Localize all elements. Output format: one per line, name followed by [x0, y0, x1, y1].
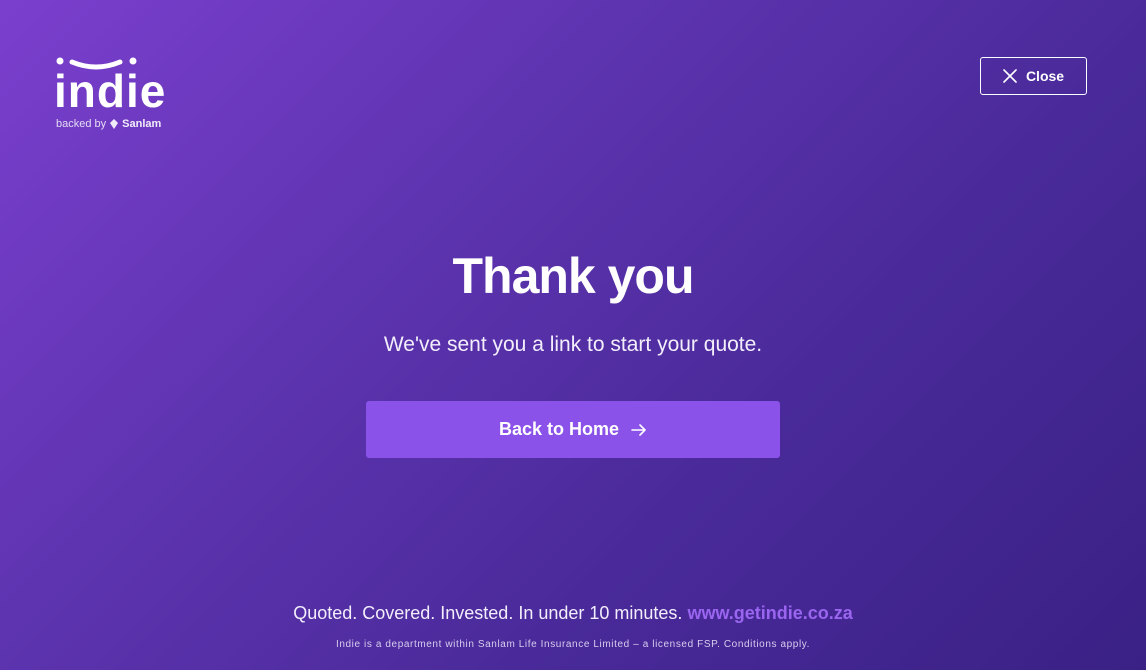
indie-logo[interactable]: indie backed by Sanlam: [54, 54, 168, 134]
close-button-label: Close: [1025, 68, 1065, 84]
close-icon: [1003, 69, 1017, 83]
back-to-home-button[interactable]: Back to Home: [366, 401, 780, 458]
partner-name: Sanlam: [122, 118, 162, 130]
logo-backed-by: backed by Sanlam: [56, 118, 161, 130]
backed-by-text: backed by: [56, 118, 107, 130]
logo-wordmark: indie: [54, 65, 167, 117]
tagline-text: Quoted. Covered. Invested. In under 10 m…: [293, 603, 683, 623]
back-to-home-label: Back to Home: [498, 419, 620, 439]
close-button[interactable]: Close: [980, 57, 1087, 95]
footer-tagline: Quoted. Covered. Invested. In under 10 m…: [0, 601, 1146, 625]
website-link[interactable]: www.getindie.co.za: [687, 603, 852, 623]
footer-disclaimer: Indie is a department within Sanlam Life…: [335, 639, 811, 650]
arrow-right-icon: [631, 423, 646, 436]
page-subtitle: We've sent you a link to start your quot…: [383, 333, 763, 356]
sanlam-mark-icon: [110, 119, 119, 129]
page-title: Thank you: [452, 248, 694, 304]
